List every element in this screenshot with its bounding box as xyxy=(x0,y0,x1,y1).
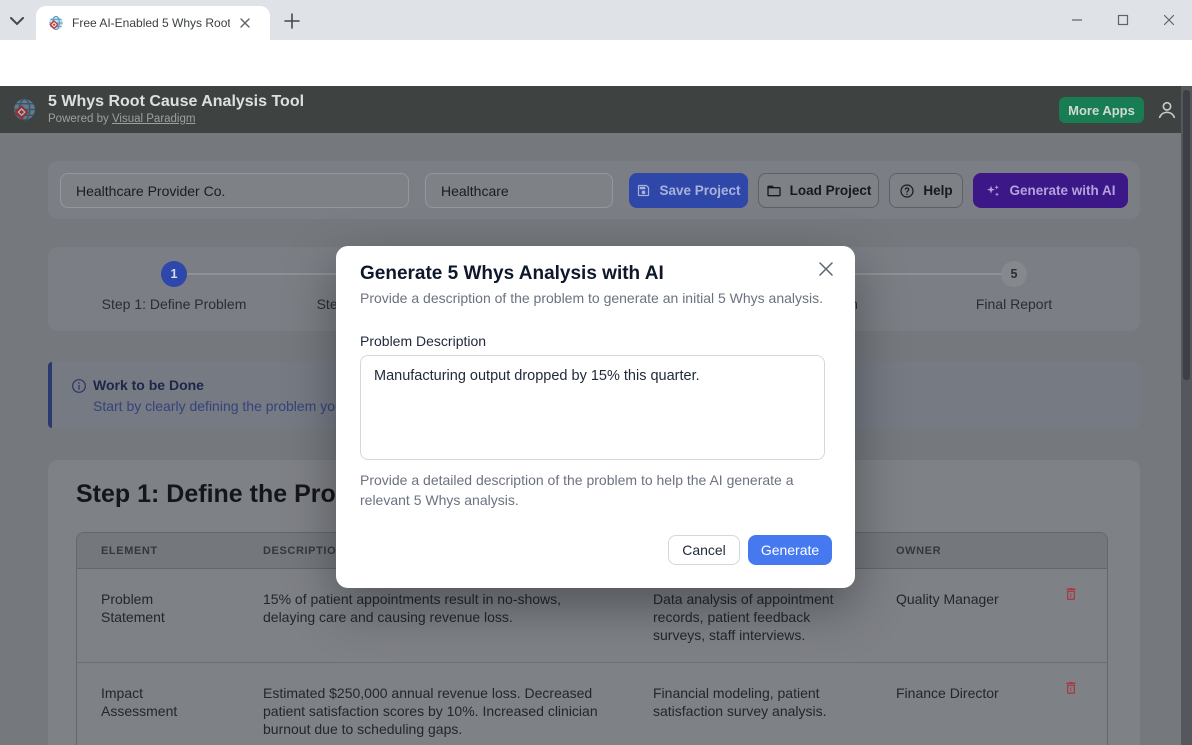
save-project-button[interactable]: Save Project xyxy=(629,173,748,208)
generate-ai-modal: Generate 5 Whys Analysis with AI Provide… xyxy=(336,246,855,588)
generate-with-ai-button[interactable]: Generate with AI xyxy=(973,173,1128,208)
browser-navbar: ai-toolbox.visual-paradigm.com/app/5-why… xyxy=(0,40,1192,86)
window-maximize-button[interactable] xyxy=(1100,0,1146,40)
save-icon xyxy=(636,183,651,198)
sparkles-icon xyxy=(985,183,1001,199)
browser-titlebar: Free AI-Enabled 5 Whys Root C xyxy=(0,0,1192,40)
alert-title: Work to be Done xyxy=(93,377,204,393)
scrollbar-thumb[interactable] xyxy=(1183,90,1190,380)
page-scrollbar[interactable] xyxy=(1181,86,1192,745)
trash-icon xyxy=(1063,680,1079,696)
site-favicon-icon xyxy=(48,15,64,31)
generate-button[interactable]: Generate xyxy=(748,535,832,565)
modal-subtitle: Provide a description of the problem to … xyxy=(360,290,823,306)
cell-element: Problem Statement xyxy=(77,569,239,662)
load-project-button[interactable]: Load Project xyxy=(758,173,879,208)
project-toolbar: Healthcare Provider Co. Healthcare Save … xyxy=(48,161,1140,219)
cell-owner: Finance Director xyxy=(872,663,1047,745)
problem-description-label: Problem Description xyxy=(360,333,486,349)
column-header-owner: OWNER xyxy=(872,533,1047,568)
cell-verification: Financial modeling, patient satisfaction… xyxy=(641,663,872,745)
window-minimize-button[interactable] xyxy=(1054,0,1100,40)
minimize-icon xyxy=(1071,14,1083,26)
browser-window: Free AI-Enabled 5 Whys Root C xyxy=(0,0,1192,745)
maximize-icon xyxy=(1117,14,1129,26)
user-account-icon[interactable] xyxy=(1156,99,1178,121)
step-1-circle: 1 xyxy=(161,261,187,287)
info-icon xyxy=(71,378,87,394)
delete-row-button[interactable] xyxy=(1063,679,1081,697)
browser-tab[interactable]: Free AI-Enabled 5 Whys Root C xyxy=(36,6,270,40)
step-5-label: Final Report xyxy=(909,296,1119,312)
column-header-element: ELEMENT xyxy=(77,533,239,568)
cancel-button[interactable]: Cancel xyxy=(668,535,740,565)
folder-icon xyxy=(766,183,782,199)
window-close-button[interactable] xyxy=(1146,0,1192,40)
visual-paradigm-link[interactable]: Visual Paradigm xyxy=(112,113,196,125)
trash-icon xyxy=(1063,586,1079,602)
project-name-input[interactable]: Healthcare Provider Co. xyxy=(60,173,409,208)
step-indicator-5[interactable]: 5 Final Report xyxy=(909,247,1119,331)
textarea-helper-text: Provide a detailed description of the pr… xyxy=(360,470,800,510)
app-title: 5 Whys Root Cause Analysis Tool xyxy=(48,93,304,111)
step-5-circle: 5 xyxy=(1001,261,1027,287)
close-icon xyxy=(1163,14,1175,26)
tab-title: Free AI-Enabled 5 Whys Root C xyxy=(72,16,230,30)
cell-description: Estimated $250,000 annual revenue loss. … xyxy=(239,663,641,745)
plus-icon xyxy=(284,13,300,29)
powered-by: Powered by Visual Paradigm xyxy=(48,113,195,125)
chevron-down-icon xyxy=(10,17,24,26)
tab-close-icon[interactable] xyxy=(236,14,254,32)
more-apps-button[interactable]: More Apps xyxy=(1059,97,1144,123)
delete-row-button[interactable] xyxy=(1063,585,1081,603)
tab-search-button[interactable] xyxy=(10,10,34,32)
modal-title: Generate 5 Whys Analysis with AI xyxy=(360,263,664,285)
app-header: 5 Whys Root Cause Analysis Tool Powered … xyxy=(0,86,1192,133)
cell-owner: Quality Manager xyxy=(872,569,1047,662)
table-row: Impact Assessment Estimated $250,000 ann… xyxy=(77,662,1107,745)
step-indicator-1[interactable]: 1 Step 1: Define Problem xyxy=(69,247,279,331)
alert-body: Start by clearly defining the problem yo… xyxy=(93,398,350,414)
new-tab-button[interactable] xyxy=(284,12,302,30)
help-icon xyxy=(899,183,915,199)
modal-close-icon[interactable] xyxy=(819,259,839,279)
step-1-label: Step 1: Define Problem xyxy=(69,296,279,312)
help-button[interactable]: Help xyxy=(889,173,963,208)
industry-input[interactable]: Healthcare xyxy=(425,173,613,208)
visual-paradigm-logo-icon xyxy=(12,97,37,122)
cell-element: Impact Assessment xyxy=(77,663,239,745)
problem-description-textarea[interactable] xyxy=(360,355,825,460)
column-header-actions xyxy=(1047,533,1108,568)
